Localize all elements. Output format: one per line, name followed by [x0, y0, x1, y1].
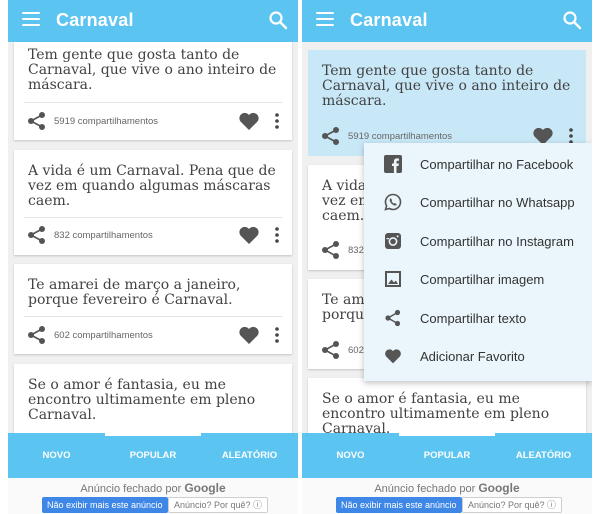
quote-text: Te amarei de março a janeiro, porque fev…	[28, 277, 241, 308]
share-count: 602 compartilhamentos	[54, 330, 153, 341]
image-icon	[385, 271, 401, 287]
menu-icon[interactable]	[316, 12, 334, 28]
screen-left: Carnaval Tem gente que gosta tanto de Ca…	[8, 0, 298, 514]
menu-item-instagram[interactable]: Compartilhar no Instagram	[364, 222, 592, 260]
menu-icon[interactable]	[22, 12, 40, 28]
tab-popular[interactable]: POPULAR	[105, 433, 201, 478]
ad-closed-text: Anúncio fechado por Google	[80, 481, 226, 495]
why-ad-button[interactable]: Anúncio? Por quê? ⓘ	[462, 497, 563, 513]
bottom-tabs: NOVO POPULAR ALEATÓRIO	[302, 433, 592, 478]
tab-novo[interactable]: NOVO	[8, 433, 105, 478]
menu-item-whatsapp[interactable]: Compartilhar no Whatsapp	[364, 183, 592, 221]
bottom-tabs: NOVO POPULAR ALEATÓRIO	[8, 433, 298, 478]
share-count: 832	[348, 245, 364, 256]
tab-aleatorio[interactable]: ALEATÓRIO	[201, 433, 298, 478]
more-options-icon[interactable]	[274, 226, 280, 244]
quote-card[interactable]: Tem gente que gosta tanto de Carnaval, q…	[14, 42, 292, 140]
share-menu: Compartilhar no Facebook Compartilhar no…	[364, 143, 592, 381]
share-icon[interactable]	[26, 110, 48, 132]
menu-item-label: Adicionar Favorito	[420, 349, 525, 364]
quote-text: Tem gente que gosta tanto de Carnaval, q…	[322, 63, 571, 109]
stop-ad-button[interactable]: Não exibir mais este anúncio	[42, 497, 168, 513]
menu-item-facebook[interactable]: Compartilhar no Facebook	[364, 145, 592, 183]
heart-icon[interactable]	[238, 111, 260, 131]
share-icon[interactable]	[26, 324, 48, 346]
quote-card-selected[interactable]: Tem gente que gosta tanto de Carnaval, q…	[308, 50, 586, 156]
share-icon[interactable]	[320, 125, 342, 147]
menu-item-label: Compartilhar no Facebook	[420, 157, 574, 172]
share-count: 832 compartilhamentos	[54, 230, 153, 241]
share-count: 5919 compartilhamentos	[54, 116, 159, 127]
quote-text: Se o amor é fantasia, eu me encontro ult…	[28, 377, 256, 423]
search-icon[interactable]	[562, 10, 582, 30]
quote-text: A vida é um Carnaval. Pena que de vez em…	[28, 163, 276, 209]
whatsapp-icon	[384, 193, 402, 211]
menu-item-share-text[interactable]: Compartilhar texto	[364, 299, 592, 337]
quote-card[interactable]: Se o amor é fantasia, eu me encontro ult…	[14, 364, 292, 444]
share-icon[interactable]	[320, 339, 342, 361]
app-bar: Carnaval	[302, 0, 592, 42]
instagram-icon	[385, 233, 401, 249]
share-icon	[385, 309, 401, 327]
menu-item-label: Compartilhar texto	[420, 311, 527, 326]
search-icon[interactable]	[268, 10, 288, 30]
menu-item-share-image[interactable]: Compartilhar imagem	[364, 260, 592, 298]
active-tab-indicator	[105, 433, 201, 436]
card-divider	[24, 217, 282, 218]
share-icon[interactable]	[320, 239, 342, 261]
why-ad-button[interactable]: Anúncio? Por quê? ⓘ	[168, 497, 269, 513]
share-count: 602	[348, 345, 364, 356]
more-options-icon[interactable]	[274, 112, 280, 130]
tab-aleatorio[interactable]: ALEATÓRIO	[495, 433, 592, 478]
more-options-icon[interactable]	[274, 326, 280, 344]
google-logo: Google	[478, 481, 520, 495]
card-divider	[24, 102, 282, 103]
menu-item-label: Compartilhar no Instagram	[420, 234, 574, 249]
ad-closed-text: Anúncio fechado por Google	[374, 481, 520, 495]
heart-icon[interactable]	[238, 225, 260, 245]
menu-item-add-favorite[interactable]: Adicionar Favorito	[364, 337, 592, 375]
active-tab-indicator	[399, 433, 495, 436]
menu-item-label: Compartilhar no Whatsapp	[420, 195, 575, 210]
app-title: Carnaval	[350, 10, 428, 30]
facebook-icon	[384, 155, 402, 173]
heart-icon	[385, 349, 401, 364]
google-logo: Google	[184, 481, 226, 495]
stop-ad-button[interactable]: Não exibir mais este anúncio	[336, 497, 462, 513]
card-divider	[24, 316, 282, 317]
app-title: Carnaval	[56, 10, 134, 30]
menu-item-label: Compartilhar imagem	[420, 272, 545, 287]
quote-card[interactable]: Te amarei de março a janeiro, porque fev…	[14, 264, 292, 354]
quote-text: Tem gente que gosta tanto de Carnaval, q…	[28, 47, 277, 93]
tab-popular[interactable]: POPULAR	[399, 433, 495, 478]
app-bar: Carnaval	[8, 0, 298, 42]
screen-right: Carnaval Tem gente que gosta tanto de Ca…	[302, 0, 592, 514]
quote-text: Se o amor é fantasia, eu me encontro ult…	[322, 391, 550, 437]
share-icon[interactable]	[26, 224, 48, 246]
heart-icon[interactable]	[238, 325, 260, 345]
ad-banner: Anúncio fechado por Google Não exibir ma…	[302, 478, 592, 514]
quote-card[interactable]: A vida é um Carnaval. Pena que de vez em…	[14, 150, 292, 255]
tab-novo[interactable]: NOVO	[302, 433, 399, 478]
share-count: 5919 compartilhamentos	[348, 131, 453, 142]
ad-banner: Anúncio fechado por Google Não exibir ma…	[8, 478, 298, 514]
